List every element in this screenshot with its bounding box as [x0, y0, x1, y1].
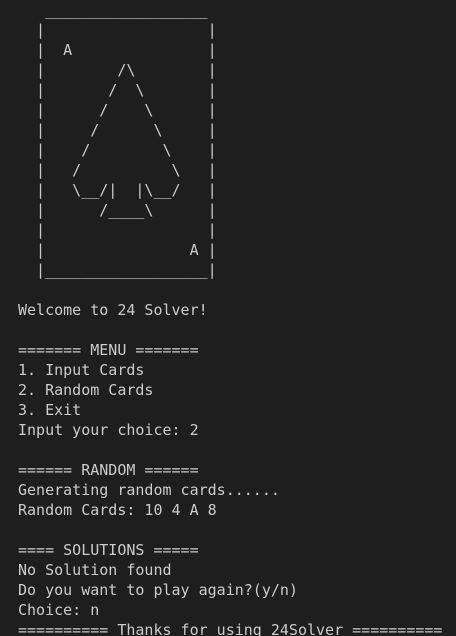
terminal-line: Random Cards: 10 4 A 8 [18, 501, 217, 519]
terminal-line: Do you want to play again?(y/n) [18, 581, 298, 599]
art-line: | / \ | [18, 101, 217, 119]
art-line: |__________________| [18, 261, 217, 279]
art-line: __________________ [18, 1, 208, 19]
terminal-line: Choice: n [18, 601, 100, 619]
art-line: | /____\ | [18, 201, 217, 219]
terminal-line: No Solution found [18, 561, 172, 579]
spade-card-ascii-art: __________________ | | | A | | /\ | | / … [18, 0, 456, 280]
terminal-line: Generating random cards...... [18, 481, 280, 499]
art-line: | A | [18, 41, 217, 59]
terminal-output: __________________ | | | A | | /\ | | / … [18, 0, 456, 636]
art-line: | \__/| |\__/ | [18, 181, 217, 199]
art-line: | / \ | [18, 121, 217, 139]
terminal-line: ==== SOLUTIONS ===== [18, 541, 199, 559]
art-line: | / \ | [18, 161, 217, 179]
terminal-line: Welcome to 24 Solver! [18, 301, 208, 319]
terminal-line: ====== RANDOM ====== [18, 461, 199, 479]
art-line: | /\ | [18, 61, 217, 79]
art-line: | / \ | [18, 81, 217, 99]
terminal-line: 1. Input Cards [18, 361, 145, 379]
terminal-line: ======= MENU ======= [18, 341, 199, 359]
art-line: | / \ | [18, 141, 217, 159]
terminal-line: Input your choice: 2 [18, 421, 199, 439]
terminal-line: ========== Thanks for using 24Solver ===… [18, 621, 443, 636]
art-line: | A | [18, 241, 217, 259]
art-line: | | [18, 21, 217, 39]
art-line: | | [18, 221, 217, 239]
terminal-line: 2. Random Cards [18, 381, 154, 399]
console-text: Welcome to 24 Solver! ======= MENU ======… [18, 280, 456, 636]
terminal-line: 3. Exit [18, 401, 82, 419]
